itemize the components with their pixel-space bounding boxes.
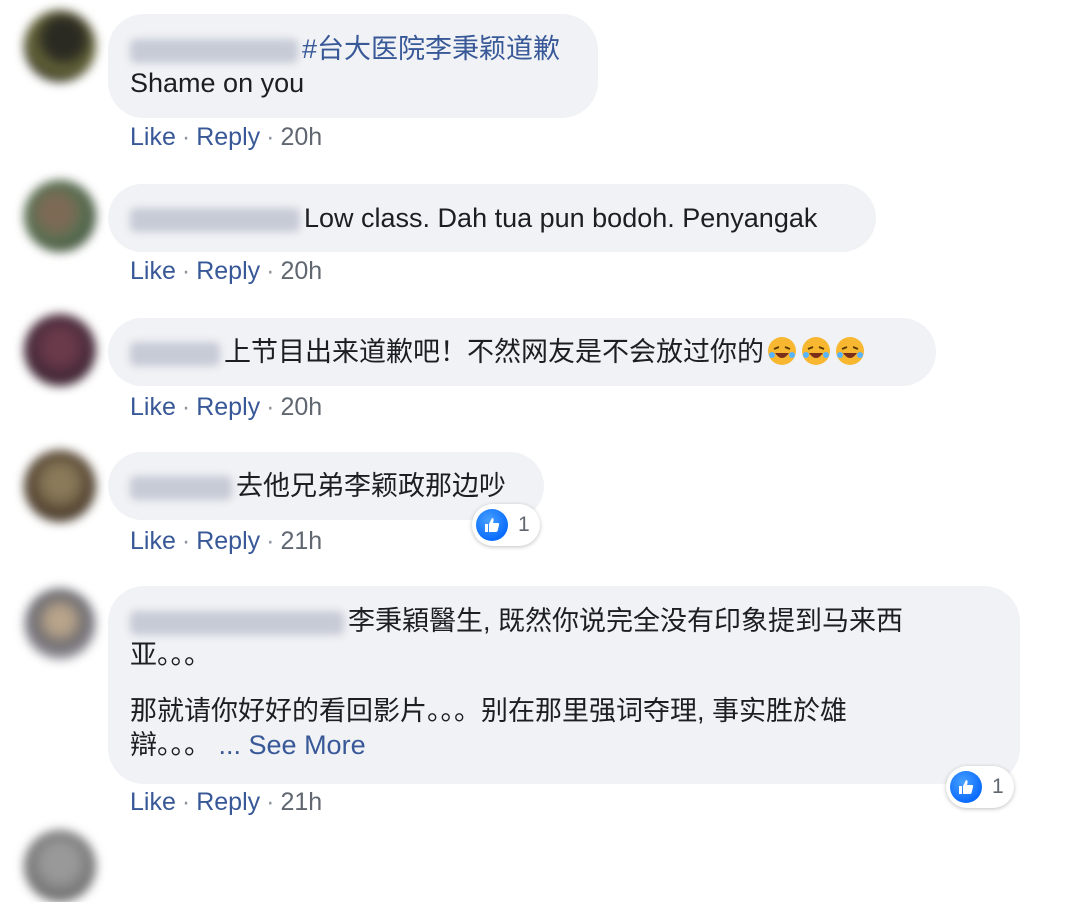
rolling-laughing-emoji [832, 337, 866, 367]
like-link[interactable]: Like [130, 527, 176, 555]
reply-link[interactable]: Reply [196, 527, 260, 555]
avatar[interactable] [24, 314, 96, 386]
like-link[interactable]: Like [130, 123, 176, 151]
timestamp[interactable]: 21h [280, 788, 322, 816]
reaction-summary[interactable]: 1 [946, 766, 1014, 808]
comment-text-line: 辯。。。 [130, 730, 211, 760]
like-reaction-icon [950, 771, 982, 803]
comment-bubble: #台大医院李秉颖道歉 Shame on you [108, 14, 598, 118]
author-name[interactable] [130, 610, 344, 635]
reaction-summary[interactable]: 1 [472, 504, 540, 546]
rolling-laughing-emoji [764, 337, 798, 367]
comment-bubble: 上节目出来道歉吧！不然网友是不会放过你的 [108, 318, 936, 386]
comment-actions: Like · Reply · 21h [130, 788, 323, 816]
hashtag-link[interactable]: #台大医院李秉颖道歉 [302, 34, 560, 64]
timestamp[interactable]: 20h [280, 393, 322, 421]
comment-bubble: Low class. Dah tua pun bodoh. Penyangak [108, 184, 876, 252]
reply-link[interactable]: Reply [196, 393, 260, 421]
reaction-count: 1 [992, 775, 1004, 798]
avatar[interactable] [24, 180, 96, 252]
rolling-laughing-emoji [798, 337, 832, 367]
comment-paragraph: 李秉穎醫生, 既然你说完全没有印象提到马来西 亚。。。 [130, 604, 998, 672]
author-name[interactable] [130, 38, 298, 63]
timestamp[interactable]: 21h [280, 527, 322, 555]
comment-text-line: 李秉穎醫生, 既然你说完全没有印象提到马来西 [348, 606, 904, 636]
comment-paragraph: 那就请你好好的看回影片。。。别在那里强词夺理, 事实胜於雄 辯。。。 ... S… [130, 694, 998, 762]
like-link[interactable]: Like [130, 393, 176, 421]
avatar[interactable] [24, 10, 96, 82]
author-name[interactable] [130, 207, 300, 232]
author-name[interactable] [130, 341, 220, 366]
comment-text: Shame on you [130, 68, 305, 98]
author-name[interactable] [130, 475, 232, 500]
timestamp[interactable]: 20h [280, 257, 322, 285]
reaction-count: 1 [518, 513, 530, 536]
comment-text-line: 那就请你好好的看回影片。。。别在那里强词夺理, 事实胜於雄 [130, 696, 848, 726]
like-reaction-icon [476, 509, 508, 541]
comment-text-line: 亚。。。 [130, 640, 211, 670]
comment-actions: Like · Reply · 21h [130, 527, 323, 555]
avatar[interactable] [24, 450, 96, 522]
comment-text: Low class. Dah tua pun bodoh. Penyangak [304, 203, 818, 233]
reply-link[interactable]: Reply [196, 788, 260, 816]
comment-bubble: 李秉穎醫生, 既然你说完全没有印象提到马来西 亚。。。 那就请你好好的看回影片。… [108, 586, 1020, 784]
reply-link[interactable]: Reply [196, 123, 260, 151]
comment-actions: Like · Reply · 20h [130, 393, 323, 421]
see-more-link[interactable]: ... See More [219, 730, 366, 760]
like-link[interactable]: Like [130, 788, 176, 816]
avatar[interactable] [24, 588, 96, 660]
comment-actions: Like · Reply · 20h [130, 123, 323, 151]
timestamp[interactable]: 20h [280, 123, 322, 151]
like-link[interactable]: Like [130, 257, 176, 285]
reply-link[interactable]: Reply [196, 257, 260, 285]
comment-text: 上节目出来道歉吧！不然网友是不会放过你的 [224, 337, 764, 367]
comment-actions: Like · Reply · 20h [130, 257, 323, 285]
comment-text: 去他兄弟李颖政那边吵 [236, 471, 506, 501]
